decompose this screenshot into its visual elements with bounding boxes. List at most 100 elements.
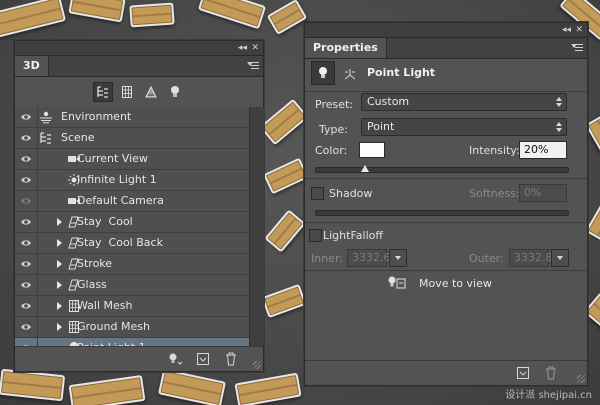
- whole-scene-filter-icon[interactable]: [93, 82, 113, 102]
- panel-menu-icon[interactable]: [247, 60, 259, 70]
- divider: [37, 149, 38, 169]
- wood-plank: [68, 374, 146, 405]
- inner-label: Inner:: [311, 252, 343, 265]
- panel-3d-titlebar[interactable]: ◂◂ ✕: [15, 41, 263, 56]
- layer-row[interactable]: Environment: [15, 107, 249, 128]
- intensity-field[interactable]: 20%: [519, 141, 567, 159]
- point-light-icon[interactable]: [311, 61, 335, 85]
- dropdown-arrows-icon: [556, 122, 562, 134]
- meshes-filter-icon[interactable]: [117, 82, 137, 102]
- divider: [37, 275, 38, 295]
- divider: [305, 270, 587, 271]
- layer-row[interactable]: Default Camera: [15, 191, 249, 212]
- expand-arrow-icon[interactable]: [57, 281, 62, 289]
- visibility-eye-icon[interactable]: [20, 259, 32, 269]
- color-swatch[interactable]: [359, 142, 385, 158]
- layer-row[interactable]: Current View: [15, 149, 249, 170]
- materials-filter-icon[interactable]: [141, 82, 161, 102]
- wood-plank: [129, 2, 175, 28]
- layer-row[interactable]: Glass: [15, 275, 249, 296]
- intensity-label: Intensity:: [469, 144, 520, 157]
- divider: [37, 317, 38, 337]
- panel-properties-titlebar[interactable]: ◂◂ ✕: [305, 23, 587, 38]
- tab-3d[interactable]: 3D: [15, 56, 49, 76]
- panel-menu-icon[interactable]: [571, 42, 583, 52]
- scrollbar[interactable]: [249, 107, 264, 346]
- move-to-view-button[interactable]: Move to view: [387, 275, 492, 291]
- light-falloff-checkbox[interactable]: [309, 229, 322, 242]
- divider: [305, 222, 587, 223]
- outer-dropdown[interactable]: [551, 249, 569, 267]
- layer-row[interactable]: Infinite Light 1: [15, 170, 249, 191]
- coordinates-icon[interactable]: [343, 67, 357, 84]
- shadow-checkbox[interactable]: [311, 187, 324, 200]
- visibility-eye-hidden-icon[interactable]: [20, 196, 32, 206]
- softness-slider[interactable]: [315, 210, 569, 216]
- divider: [37, 107, 38, 127]
- layer-label: Wall Mesh: [77, 299, 133, 312]
- delete-icon[interactable]: [543, 366, 559, 380]
- visibility-eye-icon[interactable]: [20, 217, 32, 227]
- layer-label: Current View: [77, 152, 148, 165]
- type-label: Type:: [319, 123, 348, 136]
- divider: [37, 191, 38, 211]
- divider: [37, 170, 38, 190]
- visibility-eye-icon[interactable]: [20, 301, 32, 311]
- divider: [37, 212, 38, 232]
- filter-bar: [15, 77, 263, 108]
- inner-field[interactable]: 3332.6: [347, 249, 391, 267]
- lights-filter-icon[interactable]: [165, 82, 185, 102]
- move-to-view-icon: [388, 276, 406, 289]
- delete-icon[interactable]: [223, 352, 239, 366]
- collapse-icon[interactable]: ◂◂: [562, 24, 571, 36]
- visibility-eye-icon[interactable]: [20, 238, 32, 248]
- layer-row[interactable]: Stroke: [15, 254, 249, 275]
- resize-grip-icon[interactable]: [253, 361, 261, 369]
- layer-row[interactable]: Ground Mesh: [15, 317, 249, 338]
- divider: [37, 128, 38, 148]
- intensity-slider-thumb[interactable]: [361, 165, 370, 172]
- scene-icon: [39, 131, 53, 145]
- close-icon[interactable]: ✕: [575, 24, 583, 36]
- visibility-eye-icon[interactable]: [20, 112, 32, 122]
- resize-grip-icon[interactable]: [577, 375, 585, 383]
- divider: [37, 233, 38, 253]
- panel-3d-footer: [15, 346, 263, 371]
- layer-row[interactable]: Wall Mesh: [15, 296, 249, 317]
- preset-dropdown[interactable]: Custom: [361, 93, 567, 111]
- wood-plank: [0, 0, 67, 39]
- inner-dropdown[interactable]: [389, 249, 407, 267]
- type-dropdown[interactable]: Point: [361, 118, 567, 136]
- render-icon[interactable]: [515, 366, 531, 380]
- visibility-eye-icon[interactable]: [20, 154, 32, 164]
- color-label: Color:: [315, 144, 348, 157]
- visibility-eye-icon[interactable]: [20, 280, 32, 290]
- layer-label: Scene: [61, 131, 95, 144]
- expand-arrow-icon[interactable]: [57, 218, 62, 226]
- panel-properties: ◂◂ ✕ Properties Point Light Preset: Cust…: [304, 22, 588, 386]
- move-to-view-label: Move to view: [419, 276, 492, 290]
- wood-plank: [68, 0, 126, 23]
- close-icon[interactable]: ✕: [251, 42, 259, 54]
- visibility-eye-icon[interactable]: [20, 322, 32, 332]
- expand-arrow-icon[interactable]: [57, 239, 62, 247]
- softness-field[interactable]: 0%: [519, 184, 567, 202]
- layer-row[interactable]: Stay Cool: [15, 212, 249, 233]
- intensity-slider[interactable]: [315, 167, 569, 173]
- properties-footer: [305, 360, 587, 385]
- render-icon[interactable]: [195, 352, 211, 366]
- outer-field[interactable]: 3332.8: [509, 249, 553, 267]
- expand-arrow-icon[interactable]: [57, 302, 62, 310]
- watermark: 设计派 shejipai.cn: [505, 390, 592, 401]
- visibility-eye-icon[interactable]: [20, 175, 32, 185]
- layer-row[interactable]: Stay Cool Back: [15, 233, 249, 254]
- layer-row[interactable]: Scene: [15, 128, 249, 149]
- light-falloff-label: LightFalloff: [323, 229, 383, 242]
- expand-arrow-icon[interactable]: [57, 260, 62, 268]
- add-light-icon[interactable]: [167, 352, 183, 366]
- layer-label: Stay Cool: [77, 215, 133, 228]
- expand-arrow-icon[interactable]: [57, 323, 62, 331]
- tab-properties[interactable]: Properties: [305, 38, 387, 58]
- visibility-eye-icon[interactable]: [20, 133, 32, 143]
- collapse-icon[interactable]: ◂◂: [238, 42, 247, 54]
